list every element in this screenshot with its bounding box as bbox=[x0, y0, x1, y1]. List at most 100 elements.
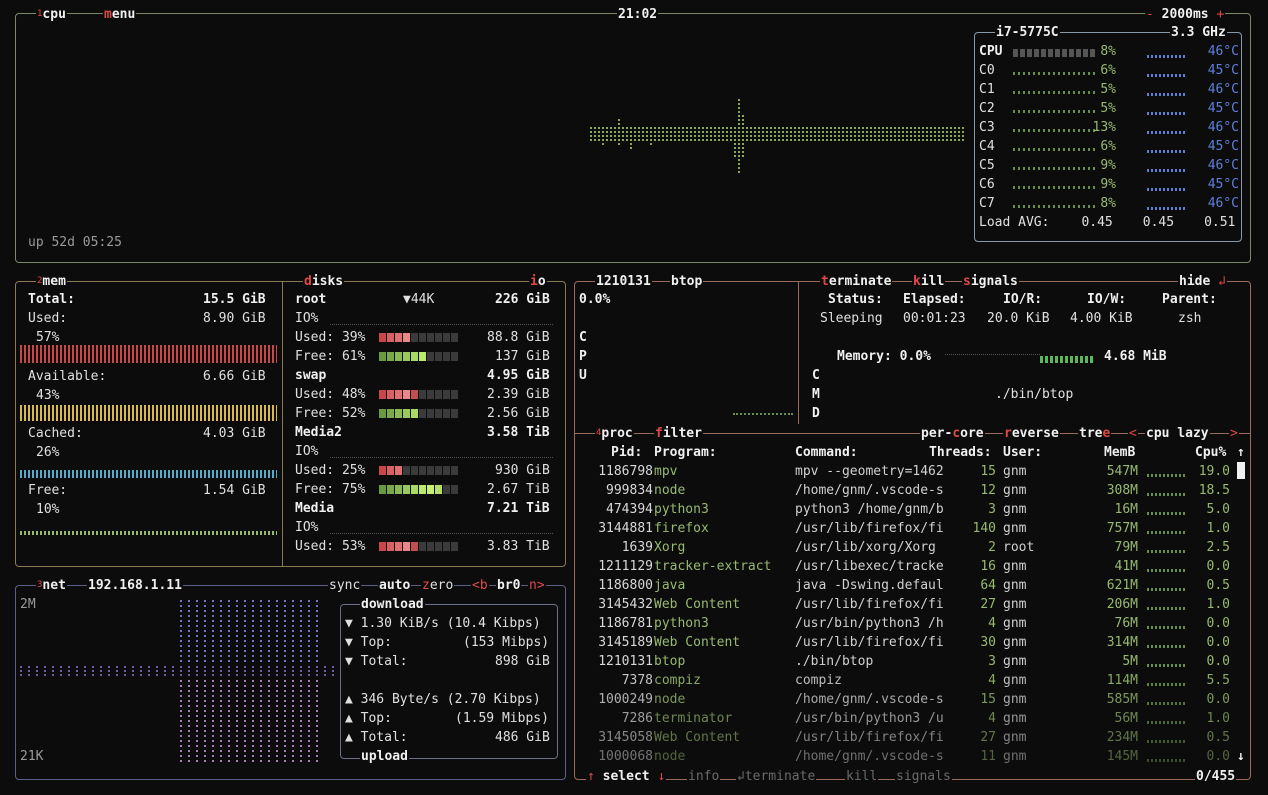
per-core-toggle[interactable]: per-core bbox=[920, 424, 985, 443]
cpu-graph-col bbox=[706, 127, 708, 143]
cpu-graph-col bbox=[830, 127, 832, 143]
terminate-button[interactable]: terminate bbox=[820, 272, 893, 291]
cpu-graph-col bbox=[734, 127, 736, 159]
disk-media-io-label: IO% bbox=[295, 520, 319, 535]
disk-bar-segment bbox=[451, 390, 458, 399]
net-auto-button[interactable]: auto bbox=[378, 576, 412, 595]
cell-cpu-graph bbox=[1147, 664, 1185, 667]
table-row[interactable]: 3145432 Web Content/usr/lib/firefox/fi 27 g… bbox=[575, 595, 1245, 614]
interval-plus-button[interactable]: + bbox=[1216, 7, 1224, 22]
mem-tab[interactable]: 2mem bbox=[36, 272, 67, 291]
net-upload-label: upload bbox=[360, 747, 409, 766]
select-control[interactable]: ↑ select ↓ bbox=[586, 767, 667, 786]
disk-root-free-val: 137 GiB bbox=[495, 349, 550, 364]
footer-kill-button[interactable]: kill bbox=[845, 767, 879, 786]
signals-button[interactable]: signals bbox=[962, 272, 1019, 291]
scroll-down-icon[interactable]: ↓ bbox=[1237, 747, 1245, 766]
footer-terminate-label: terminate bbox=[744, 769, 816, 784]
table-row[interactable]: 7286 terminator/usr/bin/python3 /u 4 gnm 56M… bbox=[575, 709, 1245, 728]
core-name: C0 bbox=[979, 63, 995, 78]
table-row[interactable]: 474394 python3 python3 /home/gnm/b 3 gnm 16M 5… bbox=[575, 500, 1245, 519]
col-pid[interactable]: Pid: bbox=[611, 443, 642, 462]
cell-program: python3 bbox=[654, 616, 709, 631]
cell-threads: 16 bbox=[980, 559, 996, 574]
col-program[interactable]: Program: bbox=[654, 443, 717, 462]
col-threads[interactable]: Threads: bbox=[929, 443, 992, 462]
table-row[interactable]: 1000068 node/home/gnm/.vscode-s 11 gnm 145M 0… bbox=[575, 747, 1245, 766]
disk-root-used: Used: 39% bbox=[295, 330, 366, 345]
footer-terminate-button[interactable]: ↲terminate bbox=[736, 767, 817, 786]
hide-button[interactable]: hide ↲ bbox=[1178, 272, 1227, 291]
signals-label: ignals bbox=[970, 274, 1018, 289]
table-row[interactable]: 3144881 firefox/usr/lib/firefox/fi 140 gnm 7… bbox=[575, 519, 1245, 538]
table-row[interactable]: 1000249 node/home/gnm/.vscode-s 15 gnm 585M 0… bbox=[575, 690, 1245, 709]
cpu-graph-col bbox=[838, 127, 840, 143]
reverse-toggle[interactable]: reverse bbox=[1003, 424, 1060, 443]
scroll-up-icon[interactable]: ↑ bbox=[1237, 443, 1245, 462]
col-user[interactable]: User: bbox=[1003, 443, 1042, 462]
disks-tab[interactable]: disks bbox=[303, 272, 345, 291]
footer-info-button[interactable]: info bbox=[687, 767, 721, 786]
core-pct: 9% bbox=[1100, 177, 1116, 192]
core-temp-graph bbox=[1147, 169, 1185, 172]
interval-value: 2000ms bbox=[1161, 7, 1209, 22]
cell-user: root bbox=[1003, 540, 1035, 555]
cpu-graph-col bbox=[718, 127, 720, 143]
net-ul-top-value: (1.59 Mibps) bbox=[455, 711, 549, 726]
sort-next-button[interactable]: > bbox=[1229, 424, 1239, 443]
cell-pid: 1186800 bbox=[598, 578, 653, 593]
net-iface-next-button[interactable]: n> bbox=[528, 576, 546, 595]
col-cpu[interactable]: Cpu% bbox=[1195, 443, 1226, 462]
net-sync-button[interactable]: sync bbox=[328, 576, 362, 595]
cell-user: gnm bbox=[1003, 578, 1027, 593]
net-graph-baseline bbox=[84, 666, 86, 676]
filter-button[interactable]: filter bbox=[654, 424, 703, 443]
table-row[interactable]: 1210131 btop ./bin/btop 3 gnm 5M 0.0 bbox=[575, 652, 1245, 671]
scrollbar-thumb[interactable] bbox=[1237, 462, 1245, 479]
menu-button[interactable]: menu bbox=[103, 5, 137, 24]
sort-prev-button[interactable]: < bbox=[1128, 424, 1138, 443]
disks-tab-label: isks bbox=[311, 274, 344, 289]
disk-bar-segment bbox=[395, 466, 402, 475]
col-command[interactable]: Command: bbox=[795, 443, 858, 462]
cell-cpu-graph bbox=[1147, 569, 1185, 572]
cpu-graph-col bbox=[850, 127, 852, 143]
cell-cpu-graph bbox=[1147, 512, 1185, 515]
core-usage-graph bbox=[1013, 205, 1095, 208]
table-row[interactable]: 999834 node/home/gnm/.vscode-s 12 gnm 308M 18… bbox=[575, 481, 1245, 500]
disk-root-io: ▼44K bbox=[403, 292, 435, 307]
info-pid: 1210131 bbox=[595, 272, 652, 291]
cpu-graph-col bbox=[870, 127, 872, 143]
cpu-tab[interactable]: 1cpu bbox=[36, 5, 67, 24]
table-row[interactable]: 1186781 python3/usr/bin/python3 /h 4 gnm 76M… bbox=[575, 614, 1245, 633]
core-pct: 5% bbox=[1100, 82, 1116, 97]
interval-control[interactable]: - 2000ms + bbox=[1145, 5, 1226, 24]
net-iface: br0 bbox=[496, 576, 522, 595]
cell-user: gnm bbox=[1003, 597, 1027, 612]
table-row[interactable]: 3145189 Web Content/usr/lib/firefox/fi 30 g… bbox=[575, 633, 1245, 652]
net-zero-button[interactable]: zero bbox=[421, 576, 455, 595]
io-toggle[interactable]: io bbox=[529, 272, 547, 291]
table-row[interactable]: 7378 compiz compiz 4 gnm 114M 5.5 bbox=[575, 671, 1245, 690]
enter-icon: ↲ bbox=[1218, 274, 1226, 289]
tree-hotkey: e bbox=[1102, 426, 1111, 441]
col-memb[interactable]: MemB bbox=[1104, 443, 1135, 462]
table-row[interactable]: 1639 Xorg/usr/lib/xorg/Xorg 2 root 79M 2.5 bbox=[575, 538, 1245, 557]
net-tab[interactable]: 3net bbox=[36, 576, 67, 595]
footer-signals-button[interactable]: signals bbox=[895, 767, 952, 786]
cell-mem: 5M bbox=[1122, 654, 1138, 669]
table-row[interactable]: 1186800 java java -Dswing.defaul 64 gnm 621M 0… bbox=[575, 576, 1245, 595]
net-graph-baseline bbox=[188, 666, 190, 676]
disk-media2-used: Used: 25% bbox=[295, 463, 366, 478]
net-graph-download bbox=[260, 600, 262, 664]
table-row[interactable]: 3145058 Web Content/usr/lib/firefox/fi 27 g… bbox=[575, 728, 1245, 747]
core-row: C0 6% 45°C bbox=[979, 61, 1241, 80]
table-row[interactable]: 1186798 mpv mpv --geometry=1462 15 gnm 547M 19… bbox=[575, 462, 1245, 481]
kill-button[interactable]: kill bbox=[912, 272, 946, 291]
proc-tab[interactable]: 4proc bbox=[595, 424, 634, 443]
cell-user: gnm bbox=[1003, 483, 1027, 498]
net-iface-prev-button[interactable]: <b bbox=[471, 576, 489, 595]
tree-toggle[interactable]: tree bbox=[1078, 424, 1112, 443]
interval-minus-button[interactable]: - bbox=[1146, 7, 1154, 22]
table-row[interactable]: 1211129 tracker-extract/usr/libexec/track… bbox=[575, 557, 1245, 576]
